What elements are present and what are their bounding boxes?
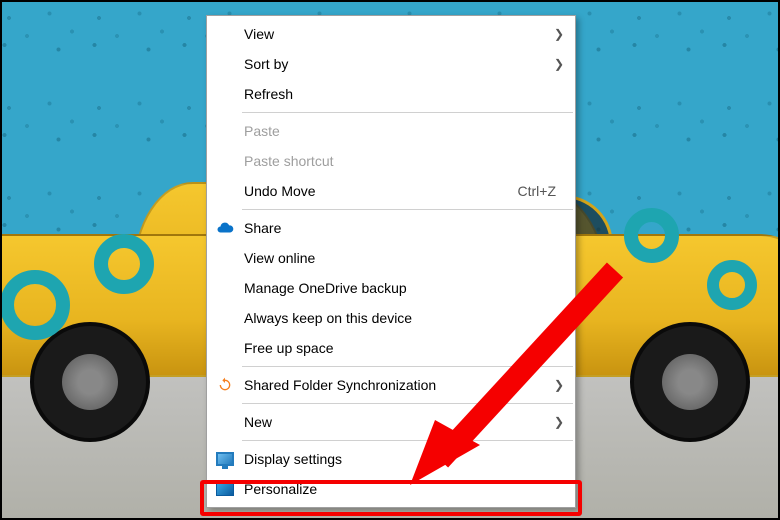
menu-label: View online <box>244 250 564 266</box>
menu-divider <box>242 112 573 113</box>
menu-label: Display settings <box>244 451 564 467</box>
menu-item-refresh[interactable]: Refresh <box>208 79 574 109</box>
menu-item-manage-onedrive[interactable]: Manage OneDrive backup <box>208 273 574 303</box>
menu-label: Share <box>244 220 564 236</box>
menu-item-view[interactable]: View ❯ <box>208 19 574 49</box>
menu-item-free-up-space[interactable]: Free up space <box>208 333 574 363</box>
menu-label: Free up space <box>244 340 564 356</box>
menu-label: Paste shortcut <box>244 153 564 169</box>
menu-item-display-settings[interactable]: Display settings <box>208 444 574 474</box>
chevron-right-icon: ❯ <box>554 27 564 41</box>
chevron-right-icon: ❯ <box>554 415 564 429</box>
menu-item-view-online[interactable]: View online <box>208 243 574 273</box>
menu-item-always-keep[interactable]: Always keep on this device <box>208 303 574 333</box>
menu-divider <box>242 440 573 441</box>
menu-divider <box>242 209 573 210</box>
menu-divider <box>242 366 573 367</box>
menu-item-sort-by[interactable]: Sort by ❯ <box>208 49 574 79</box>
menu-label: Personalize <box>244 481 564 497</box>
personalize-icon <box>216 480 234 498</box>
menu-shortcut: Ctrl+Z <box>518 183 565 199</box>
menu-item-new[interactable]: New ❯ <box>208 407 574 437</box>
desktop-context-menu: View ❯ Sort by ❯ Refresh Paste Paste sho… <box>206 15 576 508</box>
menu-label: Refresh <box>244 86 564 102</box>
menu-label: New <box>244 414 564 430</box>
menu-label: Always keep on this device <box>244 310 564 326</box>
chevron-right-icon: ❯ <box>554 378 564 392</box>
menu-label: Shared Folder Synchronization <box>244 377 564 393</box>
menu-item-paste-shortcut: Paste shortcut <box>208 146 574 176</box>
cloud-icon <box>216 219 234 237</box>
menu-item-paste: Paste <box>208 116 574 146</box>
menu-label: View <box>244 26 564 42</box>
menu-item-shared-folder-sync[interactable]: Shared Folder Synchronization ❯ <box>208 370 574 400</box>
sync-icon <box>216 376 234 394</box>
menu-item-personalize[interactable]: Personalize <box>208 474 574 504</box>
menu-label: Undo Move <box>244 183 518 199</box>
chevron-right-icon: ❯ <box>554 57 564 71</box>
menu-label: Sort by <box>244 56 564 72</box>
menu-label: Paste <box>244 123 564 139</box>
menu-divider <box>242 403 573 404</box>
menu-item-share[interactable]: Share <box>208 213 574 243</box>
display-icon <box>216 450 234 468</box>
menu-item-undo-move[interactable]: Undo Move Ctrl+Z <box>208 176 574 206</box>
menu-label: Manage OneDrive backup <box>244 280 564 296</box>
